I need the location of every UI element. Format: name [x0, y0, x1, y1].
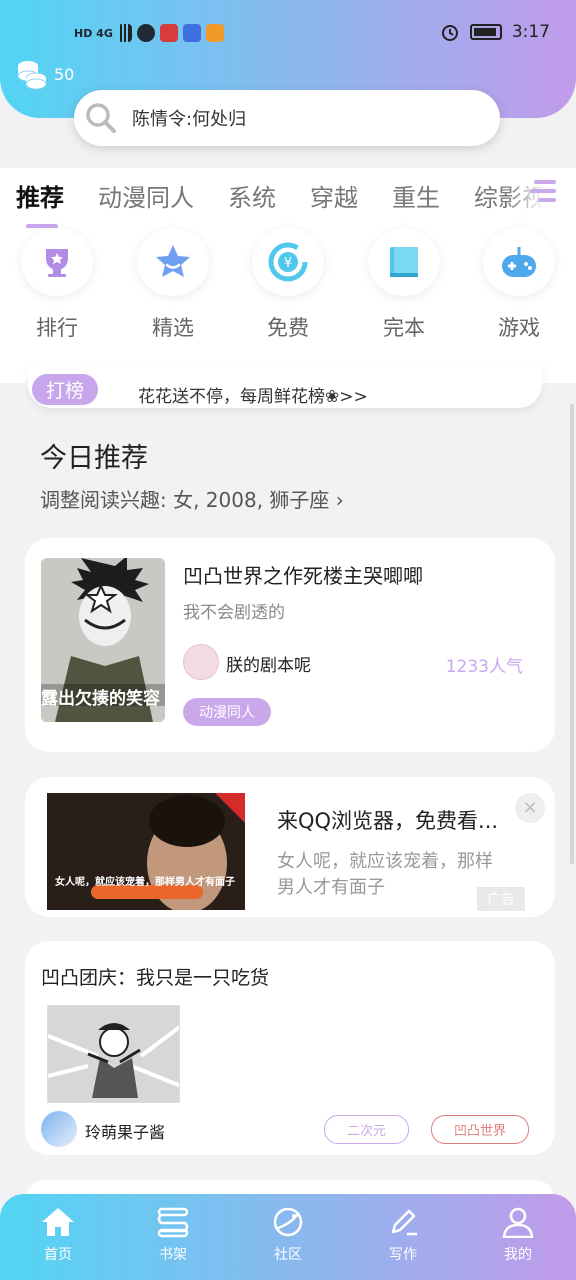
status-right: 3:17 [440, 22, 550, 42]
ad-description: 女人呢，就应该宠着，那样男人才有面子 [277, 851, 493, 898]
coin-count: 50 [54, 64, 75, 84]
book-cover: 露出欠揍的笑容 [41, 558, 165, 722]
signal-icon [117, 24, 132, 42]
nav-bookshelf[interactable]: 书架 [133, 1206, 213, 1264]
menu-icon[interactable] [530, 176, 560, 206]
post-image[interactable] [47, 1005, 180, 1103]
ad-title: 来QQ浏览器，免费看... [277, 809, 499, 833]
tab-rebirth[interactable]: 重生 [392, 178, 440, 213]
book-card[interactable]: 露出欠揍的笑容 凹凸世界之作死楼主哭唧唧 我不会剧透的 朕的剧本呢 1233人气… [25, 538, 555, 752]
search-placeholder: 陈情令:何处归 [132, 109, 247, 130]
book-author[interactable]: 朕的剧本呢 [226, 651, 311, 676]
cover-caption: 露出欠揍的笑容 [41, 689, 160, 709]
network-indicator: HD 4G [74, 26, 113, 40]
status-bar: HD 4G 3:17 [0, 22, 576, 50]
star-icon [156, 245, 190, 277]
category-label: 精选 [152, 316, 194, 340]
category-label: 免费 [267, 316, 309, 340]
category-label: 排行 [36, 316, 78, 340]
search-icon [86, 103, 116, 133]
trophy-icon [46, 249, 68, 277]
planet-icon [273, 1207, 303, 1237]
tab-anime-fanfic[interactable]: 动漫同人 [98, 178, 194, 213]
alarm-icon [441, 25, 458, 41]
tab-recommend[interactable]: 推荐 [16, 178, 64, 229]
post-card[interactable]: 凹凸团庆：我只是一只吃货 玲萌果子酱 二次元 凹凸世界 [25, 941, 555, 1155]
nav-label: 我的 [504, 1247, 532, 1263]
category-games[interactable]: 游戏 [482, 228, 556, 342]
book-popularity: 1233人气 [445, 657, 523, 677]
category-label: 游戏 [498, 316, 540, 340]
wechat-icon [136, 24, 155, 42]
user-icon [502, 1207, 534, 1238]
video-icon [205, 24, 224, 42]
nav-community[interactable]: 社区 [248, 1206, 328, 1264]
nav-label: 书架 [159, 1247, 187, 1263]
ranking-badge: 打榜 [32, 374, 99, 405]
coins-icon [17, 61, 47, 90]
nav-label: 首页 [44, 1247, 72, 1263]
ad-image-art [47, 793, 245, 910]
bookshelf-icon [157, 1207, 189, 1238]
post-title: 凹凸团庆：我只是一只吃货 [41, 967, 270, 989]
post-image-art [48, 1006, 179, 1102]
yen-refresh-icon: ¥ [268, 242, 308, 282]
quick-categories: 排行 精选 ¥ 免费 完本 游戏 [0, 228, 576, 383]
nav-home[interactable]: 首页 [18, 1206, 98, 1264]
battery-icon [469, 24, 502, 40]
search-bar[interactable]: 陈情令:何处归 [74, 90, 500, 146]
coin-balance[interactable]: 50 [16, 58, 74, 90]
ad-label: 广告 [477, 887, 525, 911]
ad-card[interactable]: 女人呢，就应该宠着，那样男人才有面子 来QQ浏览器，免费看... 女人呢，就应该… [25, 777, 555, 917]
music-icon [182, 24, 201, 42]
category-ranking[interactable]: 排行 [20, 228, 94, 342]
clock: 3:17 [511, 22, 550, 42]
section-title: 今日推荐 [40, 443, 148, 474]
ad-image-caption: 女人呢，就应该宠着，那样男人才有面子 [55, 877, 235, 888]
book-icon [390, 247, 418, 277]
book-intro: 我不会剧透的 [183, 603, 285, 623]
svg-text:¥: ¥ [284, 256, 292, 271]
author-avatar[interactable] [183, 644, 219, 680]
nav-label: 写作 [389, 1247, 417, 1263]
nav-label: 社区 [274, 1247, 302, 1263]
book-title: 凹凸世界之作死楼主哭唧唧 [183, 564, 423, 588]
nav-profile[interactable]: 我的 [478, 1206, 558, 1264]
banner-text: 花花送不停，每周鲜花榜❀>> [138, 387, 368, 407]
book-tag[interactable]: 动漫同人 [183, 698, 271, 726]
pen-icon [391, 1209, 417, 1236]
post-tag[interactable]: 二次元 [324, 1115, 410, 1144]
flower-ranking-banner[interactable]: 打榜 花花送不停，每周鲜花榜❀>> [28, 362, 542, 408]
category-label: 完本 [383, 316, 425, 340]
book-app-icon [159, 24, 178, 42]
category-tabs: 推荐 动漫同人 系统 穿越 重生 综影视 [0, 168, 576, 229]
close-icon[interactable]: × [515, 793, 545, 823]
category-free[interactable]: ¥ 免费 [251, 228, 325, 342]
post-author-avatar[interactable] [41, 1111, 77, 1147]
category-completed[interactable]: 完本 [367, 228, 441, 342]
ad-image: 女人呢，就应该宠着，那样男人才有面子 [47, 793, 245, 910]
tab-system[interactable]: 系统 [228, 178, 276, 213]
bottom-nav: 首页 书架 社区 写作 我的 [0, 1194, 576, 1280]
reading-interest-link[interactable]: 调整阅读兴趣: 女, 2008, 狮子座 › [40, 484, 344, 513]
post-tag[interactable]: 凹凸世界 [431, 1115, 530, 1144]
tab-time-travel[interactable]: 穿越 [310, 178, 358, 213]
home-icon [42, 1208, 74, 1236]
scrollbar[interactable] [570, 404, 574, 864]
category-featured[interactable]: 精选 [136, 228, 210, 342]
post-author[interactable]: 玲萌果子酱 [85, 1119, 165, 1143]
nav-write[interactable]: 写作 [363, 1206, 443, 1264]
status-left: HD 4G [74, 24, 224, 42]
gamepad-icon [502, 247, 536, 277]
